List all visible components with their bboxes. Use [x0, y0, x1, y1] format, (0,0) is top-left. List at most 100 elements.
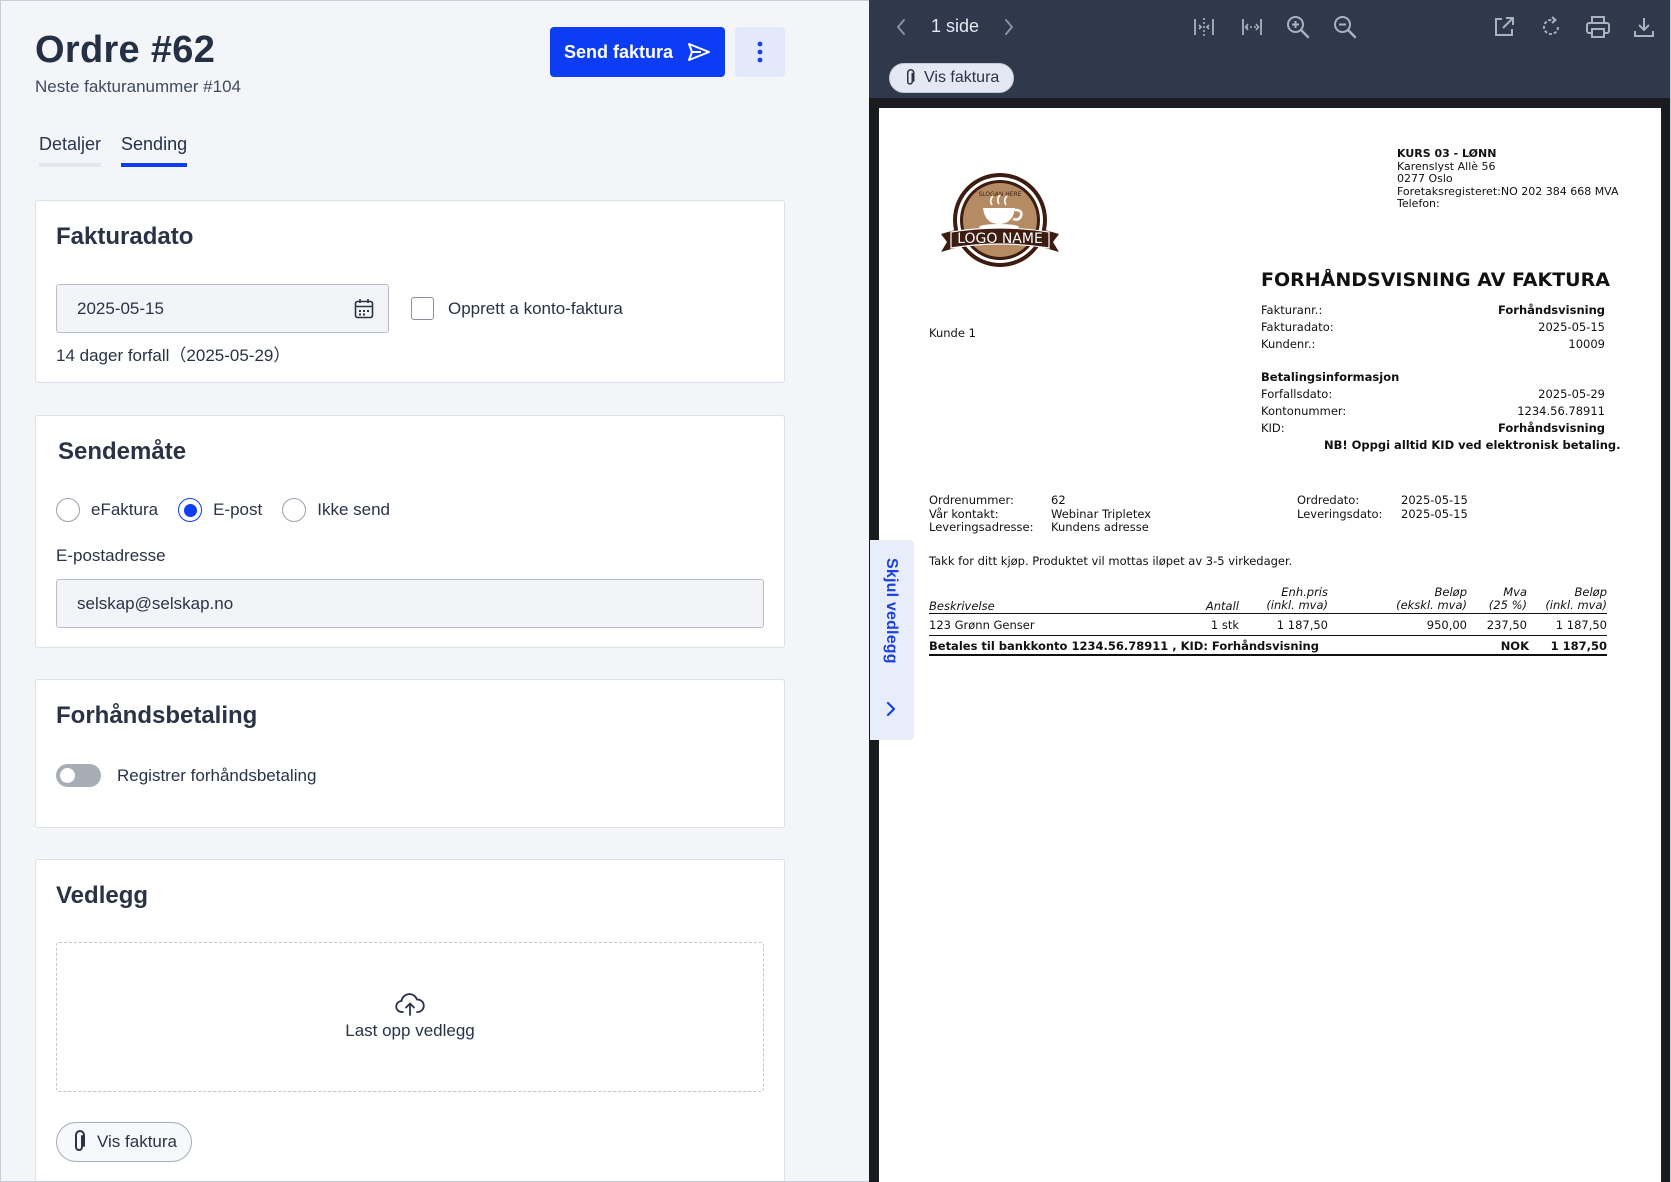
- meta-label: Leveringsdato:: [1297, 506, 1383, 521]
- upload-dropzone[interactable]: Last opp vedlegg: [56, 942, 764, 1092]
- zoom-out-icon: [1334, 16, 1357, 39]
- open-new-window-button[interactable]: [1489, 12, 1519, 42]
- thank-you-text: Takk for ditt kjøp. Produktet vil mottas…: [929, 554, 1293, 568]
- meta-value: 2025-05-15: [1401, 493, 1468, 507]
- field-label: Fakturanr.:: [1261, 303, 1323, 317]
- send-method-card: Sendemåte eFaktura E-post Ikke send E-po…: [35, 415, 785, 648]
- sender-line: Karenslyst Allè 56: [1397, 159, 1496, 173]
- invoice-settings-pane: Ordre #62 Neste fakturanummer #104 Send …: [0, 0, 869, 1182]
- field-value: 2025-05-15: [1538, 320, 1605, 334]
- rotate-icon: [1543, 16, 1559, 35]
- radio-label: Ikke send: [317, 500, 390, 519]
- invoice-document: SLOGAN HERE LOGO NAME KURS 03 - LØNN Kar…: [879, 108, 1661, 1182]
- tab-sending[interactable]: Sending: [121, 134, 188, 167]
- previous-page-button[interactable]: [889, 14, 913, 40]
- hide-attachment-label: Skjul vedlegg: [883, 558, 900, 664]
- tab-details[interactable]: Detaljer: [39, 134, 102, 167]
- col-net-amount-2: (ekskl. mva): [1396, 598, 1467, 612]
- zoom-out-button[interactable]: [1330, 12, 1360, 42]
- a-konto-checkbox[interactable]: [411, 297, 434, 320]
- logo-text: LOGO NAME: [957, 231, 1043, 247]
- meta-label: Ordrenummer:: [929, 493, 1014, 507]
- cell-unit-price: 1 187,50: [1276, 618, 1328, 632]
- company-logo: SLOGAN HERE LOGO NAME: [941, 173, 1059, 267]
- col-unit-price: Enh.pris (inkl. mva): [1266, 586, 1328, 612]
- radio-button[interactable]: [56, 498, 80, 522]
- email-label: E-postadresse: [56, 546, 166, 565]
- meta-label: Ordredato:: [1297, 493, 1360, 507]
- meta-value: Webinar Tripletex: [1051, 506, 1152, 521]
- fit-width-icon: [1242, 19, 1262, 35]
- send-icon: [688, 43, 711, 61]
- radio-label: eFaktura: [91, 500, 159, 519]
- radio-email[interactable]: E-post: [178, 498, 262, 522]
- invoice-date-value: 2025-05-15: [77, 298, 164, 318]
- calendar-icon[interactable]: [354, 298, 374, 320]
- prepayment-toggle[interactable]: [56, 764, 101, 787]
- meta-value: 2025-05-15: [1401, 506, 1468, 521]
- printer-icon: [1586, 16, 1610, 38]
- send-method-heading: Sendemåte: [58, 438, 187, 465]
- col-unit-price-2: (inkl. mva): [1266, 598, 1328, 612]
- attachments-card: Vedlegg Last opp vedlegg Vis faktura: [35, 859, 785, 1181]
- field-value: 10009: [1568, 337, 1605, 351]
- chevron-left-icon: [897, 19, 905, 35]
- col-gross-amount: Beløp (inkl. mva): [1545, 586, 1607, 612]
- more-options-button[interactable]: [735, 27, 785, 77]
- table-row: 123 Grønn Genser 1 stk 1 187,50 950,00 2…: [929, 614, 1607, 636]
- sender-line: Foretaksregisteret:NO 202 384 668 MVA: [1397, 184, 1619, 198]
- show-invoice-button[interactable]: Vis faktura: [56, 1122, 193, 1162]
- payment-field-row: KID: Forhåndsvisning: [1261, 421, 1605, 435]
- meta-label: Vår kontakt:: [929, 506, 999, 521]
- field-value: 2025-05-29: [1538, 387, 1605, 401]
- print-button[interactable]: [1583, 12, 1613, 42]
- download-icon: [1634, 18, 1654, 37]
- show-invoice-pill[interactable]: Vis faktura: [889, 63, 1015, 93]
- fit-height-button[interactable]: [1189, 12, 1219, 42]
- field-label: KID:: [1261, 421, 1285, 435]
- radio-button[interactable]: [282, 498, 307, 522]
- a-konto-label: Opprett a konto-faktura: [448, 298, 623, 318]
- invoice-date-card: Fakturadato 2025-05-15 Opprett a konto-f…: [35, 200, 785, 383]
- attachments-heading: Vedlegg: [56, 882, 149, 909]
- col-quantity: Antall: [1205, 599, 1239, 613]
- field-label: Fakturadato:: [1261, 320, 1334, 334]
- radio-label: E-post: [213, 500, 263, 519]
- zoom-in-icon: [1287, 16, 1310, 39]
- customer-name: Kunde 1: [929, 326, 976, 340]
- a-konto-option[interactable]: Opprett a konto-faktura: [411, 297, 623, 320]
- zoom-in-button[interactable]: [1283, 12, 1313, 42]
- email-field[interactable]: selskap@selskap.no: [56, 579, 764, 628]
- sender-name: KURS 03 - LØNN: [1397, 147, 1497, 160]
- next-page-button[interactable]: [997, 14, 1021, 40]
- rotate-button[interactable]: [1536, 12, 1566, 42]
- pdf-viewer: 1 side Vis faktura SLOGAN HERE LOGO NAME…: [869, 0, 1671, 1182]
- invoice-field-row: Fakturadato: 2025-05-15: [1261, 320, 1605, 334]
- radio-do-not-send[interactable]: Ikke send: [282, 498, 390, 522]
- prepayment-card: Forhåndsbetaling Registrer forhåndsbetal…: [35, 679, 785, 828]
- paperclip-icon: [75, 1130, 85, 1151]
- radio-efaktura[interactable]: eFaktura: [56, 498, 158, 522]
- more-vertical-icon: [757, 41, 763, 63]
- download-button[interactable]: [1629, 12, 1659, 42]
- field-label: Forfallsdato:: [1261, 387, 1333, 401]
- viewer-toolbar: 1 side Vis faktura: [869, 0, 1670, 98]
- col-description: Beskrivelse: [929, 599, 995, 613]
- send-method-options: eFaktura E-post Ikke send: [56, 498, 410, 522]
- radio-button[interactable]: [178, 498, 203, 522]
- fit-width-button[interactable]: [1237, 12, 1267, 42]
- send-invoice-button[interactable]: Send faktura: [550, 27, 725, 77]
- col-unit-price-1: Enh.pris: [1281, 585, 1328, 599]
- field-value: Forhåndsvisning: [1497, 303, 1605, 317]
- col-vat-2: (25 %): [1488, 598, 1527, 612]
- total-currency: NOK: [1500, 639, 1529, 653]
- hide-attachment-tab[interactable]: Skjul vedlegg: [870, 540, 914, 740]
- show-invoice-label: Vis faktura: [97, 1132, 178, 1151]
- next-invoice-number: Neste fakturanummer #104: [35, 77, 241, 96]
- invoice-date-field[interactable]: 2025-05-15: [56, 284, 389, 333]
- invoice-title: FORHÅNDSVISNING AV FAKTURA: [1261, 269, 1610, 291]
- sender-line: Telefon:: [1397, 197, 1440, 210]
- date-meta-values: 2025-05-15 2025-05-15: [1401, 493, 1468, 521]
- due-date-text: 14 dager forfall（2025-05-29）: [56, 346, 291, 365]
- field-value: Forhåndsvisning: [1497, 421, 1605, 435]
